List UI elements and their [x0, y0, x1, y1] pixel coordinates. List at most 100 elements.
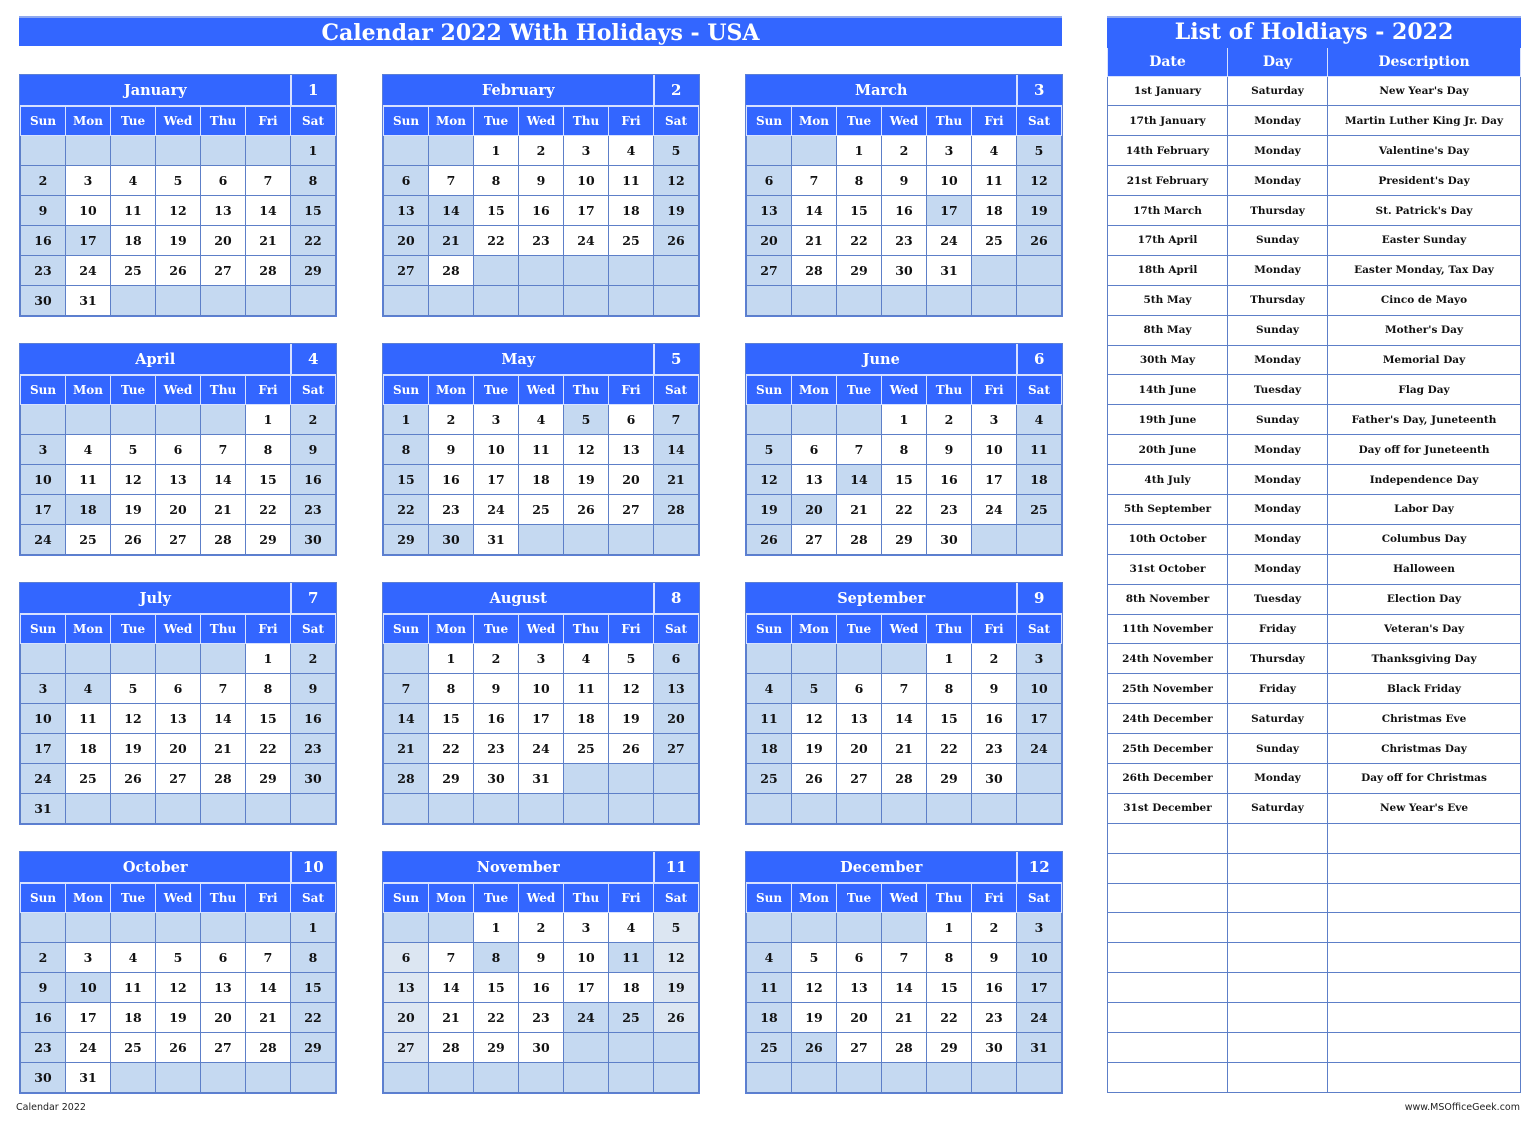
weekday-header-thu: Thu	[200, 373, 246, 405]
date-cell: 30	[926, 524, 972, 555]
week-row: 24 25 26 27 28 29 30	[20, 763, 336, 794]
column-header-description: Description	[1326, 46, 1522, 77]
empty-date-cell	[563, 763, 609, 794]
date-cell: 22	[881, 494, 927, 525]
date-cell: 25	[65, 763, 111, 794]
month-name: May	[383, 344, 654, 375]
date-cell: 14	[200, 464, 246, 495]
date-cell: 24	[926, 225, 972, 256]
weekday-header-sat: Sat	[653, 104, 699, 136]
date-cell: 9	[518, 165, 564, 196]
date-cell: 8	[290, 165, 336, 196]
date-cell: 3	[926, 135, 972, 166]
date-cell: 30	[971, 763, 1017, 794]
empty-date-cell	[65, 643, 111, 674]
month-name: September	[746, 583, 1017, 614]
holiday-list-title: List of Holdiays - 2022	[1106, 16, 1522, 48]
empty-date-cell	[881, 643, 927, 674]
week-row: 5 6 7 8 9 10 11	[746, 434, 1062, 465]
date-cell: 30	[881, 255, 927, 286]
date-cell: 12	[653, 165, 699, 196]
date-cell: 27	[836, 1032, 882, 1063]
date-cell: 8	[245, 434, 291, 465]
date-cell: 14	[881, 703, 927, 734]
date-cell: 23	[926, 494, 972, 525]
date-cell: 3	[1016, 912, 1062, 943]
date-cell: 15	[245, 464, 291, 495]
holiday-row: 14th February Monday Valentine's Day	[1107, 135, 1522, 167]
empty-date-cell	[518, 524, 564, 555]
date-cell: 27	[608, 494, 654, 525]
month-number: 5	[652, 344, 699, 375]
date-cell: 7	[428, 165, 474, 196]
week-row: 13 14 15 16 17 18 19	[383, 195, 699, 226]
date-cell: 22	[290, 1002, 336, 1033]
date-cell: 10	[20, 464, 66, 495]
empty-date-cell	[746, 285, 792, 316]
weekday-header-sun: Sun	[746, 373, 792, 405]
holiday-date-cell: 17	[926, 195, 972, 226]
month-name: October	[20, 852, 291, 883]
empty-date-cell	[65, 404, 111, 435]
weekday-header-sun: Sun	[746, 612, 792, 644]
date-cell: 26	[608, 733, 654, 764]
date-cell: 23	[971, 733, 1017, 764]
holiday-day: Saturday	[1227, 792, 1328, 824]
date-cell: 27	[155, 763, 201, 794]
week-row: 17 18 19 20 21 22 23	[20, 733, 336, 764]
weekday-header-thu: Thu	[563, 373, 609, 405]
date-cell: 13	[383, 972, 429, 1003]
date-cell: 21	[383, 733, 429, 764]
empty-date-cell	[1016, 763, 1062, 794]
weekday-header-sat: Sat	[1016, 104, 1062, 136]
date-cell: 2	[971, 643, 1017, 674]
empty-date-cell	[473, 255, 519, 286]
holiday-day: Sunday	[1227, 314, 1328, 346]
date-cell: 26	[653, 1002, 699, 1033]
empty-date-cell	[563, 255, 609, 286]
date-cell: 10	[1016, 942, 1062, 973]
empty-date-cell	[791, 643, 837, 674]
date-cell: 30	[473, 763, 519, 794]
holiday-date: 25th November	[1107, 673, 1228, 705]
holiday-day: Friday	[1227, 613, 1328, 645]
weekday-header-mon: Mon	[791, 373, 837, 405]
holiday-day: Monday	[1227, 762, 1328, 794]
date-cell: 18	[110, 225, 156, 256]
holiday-date-cell: 17	[65, 225, 111, 256]
date-cell: 6	[746, 165, 792, 196]
date-cell: 20	[383, 225, 429, 256]
date-cell: 16	[971, 703, 1017, 734]
empty-date-cell	[1016, 255, 1062, 286]
date-cell: 29	[245, 763, 291, 794]
empty-date-cell	[971, 793, 1017, 824]
date-cell: 27	[791, 524, 837, 555]
week-row: 28 29 30 31	[383, 763, 699, 794]
date-cell: 12	[110, 703, 156, 734]
month-calendar-march: March 3 Sun Mon Tue Wed Thu Fri Sat 1 2 3 4 5 6 7 8 9 10 11…	[745, 74, 1063, 317]
empty-date-cell	[836, 1062, 882, 1093]
empty-date-cell	[473, 285, 519, 316]
holiday-description: Easter Monday, Tax Day	[1326, 254, 1522, 286]
holiday-date-cell: 26	[791, 1032, 837, 1063]
empty-date-cell	[200, 643, 246, 674]
date-cell: 15	[473, 972, 519, 1003]
empty-date-cell	[836, 793, 882, 824]
week-row: 12	[20, 404, 336, 435]
date-cell: 7	[836, 434, 882, 465]
week-row: 21 22 23 24 25 26 27	[383, 733, 699, 764]
date-cell: 5	[155, 165, 201, 196]
empty-cell	[1107, 912, 1228, 944]
week-row: 18 19 20 21 22 23 24	[746, 733, 1062, 764]
date-cell: 7	[881, 942, 927, 973]
date-cell: 1	[926, 643, 972, 674]
empty-date-cell	[881, 912, 927, 943]
empty-date-cell	[746, 643, 792, 674]
empty-cell	[1227, 1002, 1328, 1033]
date-cell: 19	[155, 225, 201, 256]
holiday-day: Sunday	[1227, 733, 1328, 764]
weekday-header-sun: Sun	[746, 881, 792, 913]
date-cell: 21	[245, 1002, 291, 1033]
holiday-description: Election Day	[1326, 583, 1522, 615]
holiday-description: Christmas Eve	[1326, 703, 1522, 735]
